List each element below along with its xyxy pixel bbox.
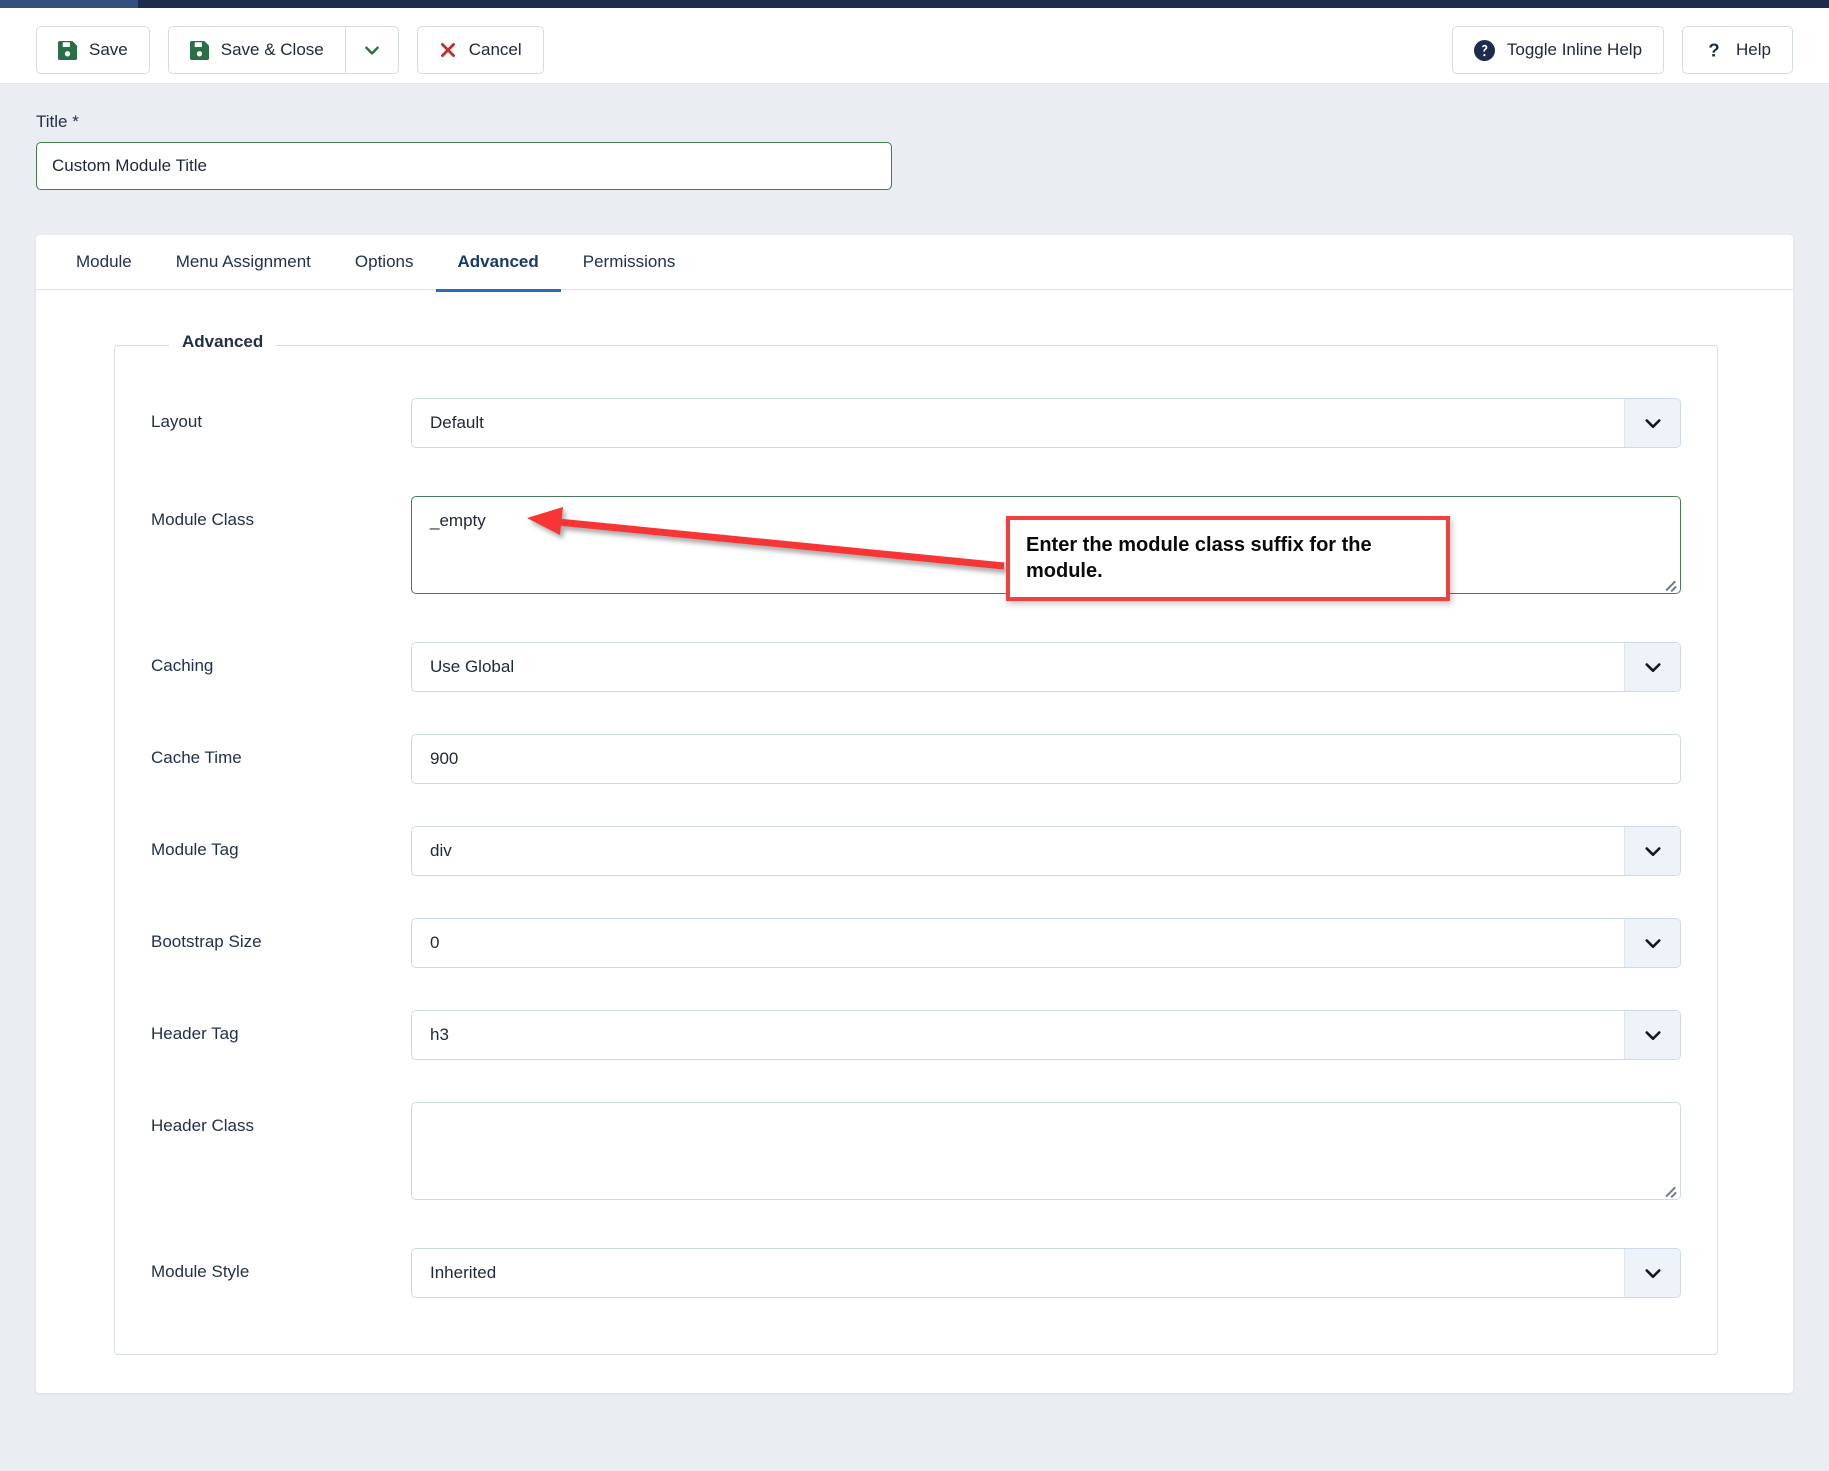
save-button[interactable]: Save (36, 26, 150, 74)
header-tag-select-value: h3 (430, 1025, 449, 1045)
help-button[interactable]: ? Help (1682, 26, 1793, 74)
svg-text:?: ? (1708, 40, 1719, 60)
advanced-fieldset-legend: Advanced (169, 332, 276, 352)
layout-select[interactable]: Default (411, 398, 1681, 448)
advanced-fieldset: Advanced Layout Default Module Class _em… (114, 345, 1718, 1355)
save-icon (58, 41, 77, 60)
chevron-down-icon (1624, 1011, 1680, 1059)
chevron-down-icon (1624, 919, 1680, 967)
annotation-callout-text: Enter the module class suffix for the mo… (1026, 534, 1372, 582)
caching-select-value: Use Global (430, 657, 514, 677)
toolbar-spacer (1664, 26, 1682, 74)
help-button-label: Help (1736, 40, 1771, 60)
annotation-callout: Enter the module class suffix for the mo… (1006, 516, 1450, 601)
resize-grip-icon[interactable] (1663, 576, 1677, 590)
title-field-group: Title * (36, 112, 896, 190)
toolbar: Save Save & Close (0, 8, 1829, 84)
save-dropdown-toggle[interactable] (345, 26, 399, 74)
title-field-label: Title * (36, 112, 896, 132)
chevron-down-icon (1624, 399, 1680, 447)
bootstrap-size-label: Bootstrap Size (151, 932, 262, 952)
tab-module[interactable]: Module (54, 235, 154, 292)
chevron-down-icon (1624, 1249, 1680, 1297)
tab-advanced[interactable]: Advanced (436, 235, 561, 292)
layout-select-value: Default (430, 413, 484, 433)
bootstrap-size-select-value: 0 (430, 933, 439, 953)
cache-time-label: Cache Time (151, 748, 242, 768)
admin-top-strip-active-segment (0, 0, 138, 8)
chevron-down-icon (1624, 643, 1680, 691)
module-tag-label: Module Tag (151, 840, 239, 860)
caching-label: Caching (151, 656, 213, 676)
bootstrap-size-select[interactable]: 0 (411, 918, 1681, 968)
resize-grip-icon[interactable] (1663, 1182, 1677, 1196)
module-edit-card: ModuleMenu AssignmentOptionsAdvancedPerm… (36, 235, 1793, 1393)
header-tag-select[interactable]: h3 (411, 1010, 1681, 1060)
module-style-select[interactable]: Inherited (411, 1248, 1681, 1298)
question-mark-icon: ? (1704, 40, 1724, 60)
module-tag-select-value: div (430, 841, 452, 861)
tab-options[interactable]: Options (333, 235, 436, 292)
toolbar-right-group: Toggle Inline Help ? Help (1452, 26, 1793, 74)
layout-label: Layout (151, 412, 202, 432)
admin-top-strip (0, 0, 1829, 8)
cancel-button[interactable]: Cancel (417, 26, 544, 74)
question-circle-icon (1474, 40, 1495, 61)
header-tag-label: Header Tag (151, 1024, 239, 1044)
toolbar-spacer (150, 26, 168, 74)
module-style-label: Module Style (151, 1262, 249, 1282)
cache-time-value: 900 (430, 749, 458, 769)
module-class-value: _empty (430, 511, 486, 530)
tab-permissions[interactable]: Permissions (561, 235, 698, 292)
tab-bar: ModuleMenu AssignmentOptionsAdvancedPerm… (36, 235, 1793, 290)
save-button-label: Save (89, 40, 128, 60)
toolbar-spacer (399, 26, 417, 74)
toggle-inline-help-label: Toggle Inline Help (1507, 40, 1642, 60)
save-and-close-label: Save & Close (221, 40, 324, 60)
save-icon (190, 41, 209, 60)
module-tag-select[interactable]: div (411, 826, 1681, 876)
cancel-x-icon (439, 41, 457, 59)
toggle-inline-help-button[interactable]: Toggle Inline Help (1452, 26, 1664, 74)
chevron-down-icon (363, 41, 381, 59)
cancel-button-label: Cancel (469, 40, 522, 60)
module-class-label: Module Class (151, 510, 254, 530)
tab-menu-assignment[interactable]: Menu Assignment (154, 235, 333, 292)
chevron-down-icon (1624, 827, 1680, 875)
module-style-select-value: Inherited (430, 1263, 496, 1283)
header-class-textarea[interactable] (411, 1102, 1681, 1200)
save-and-close-button[interactable]: Save & Close (168, 26, 345, 74)
cache-time-input[interactable]: 900 (411, 734, 1681, 784)
title-input[interactable] (36, 142, 892, 190)
header-class-label: Header Class (151, 1116, 254, 1136)
caching-select[interactable]: Use Global (411, 642, 1681, 692)
toolbar-left-group: Save Save & Close (36, 26, 544, 74)
save-and-close-split-button: Save & Close (168, 26, 399, 74)
